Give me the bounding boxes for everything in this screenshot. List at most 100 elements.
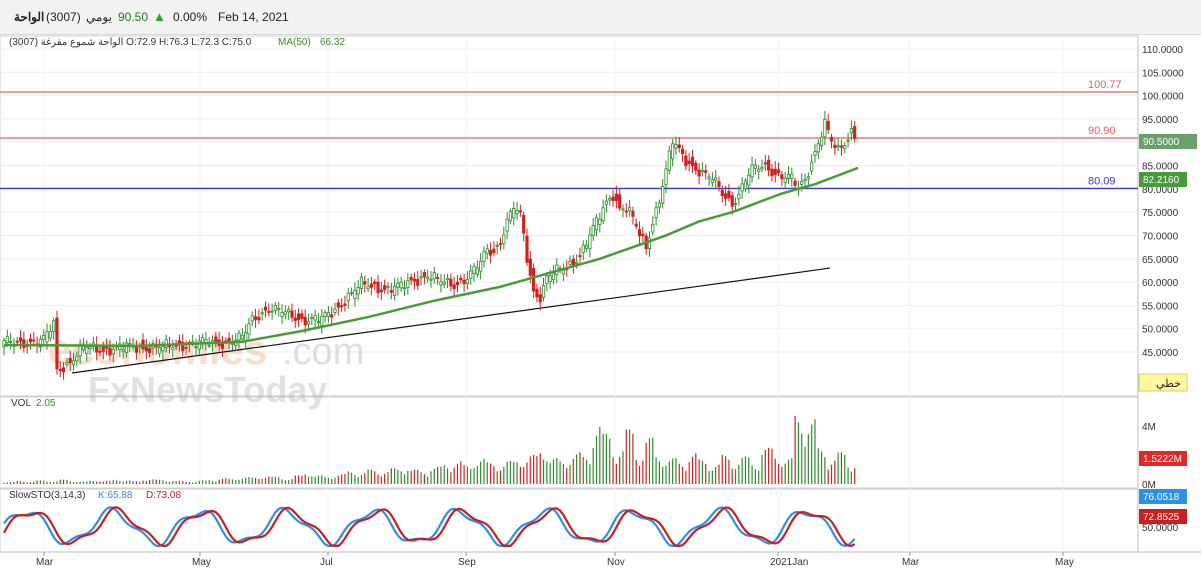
candle-body xyxy=(575,261,579,264)
candle-body xyxy=(614,193,618,201)
candle-body xyxy=(628,207,632,212)
candle-body xyxy=(581,244,585,253)
candle-body xyxy=(416,279,420,286)
y-tick-label: 105.0000 xyxy=(1142,68,1184,79)
candle-body xyxy=(733,203,738,205)
candle-body xyxy=(819,136,824,146)
candle-body xyxy=(664,168,668,186)
candle-body xyxy=(108,347,112,356)
candle-body xyxy=(48,330,52,339)
candle-body xyxy=(45,331,49,343)
candle-body xyxy=(310,317,314,319)
candle-body xyxy=(412,278,417,282)
candle-body xyxy=(806,176,810,179)
candle-body xyxy=(303,316,307,326)
candle-body xyxy=(257,316,261,321)
candle-body xyxy=(346,292,350,302)
candle-body xyxy=(383,285,387,291)
candle-body xyxy=(757,168,761,172)
candle-body xyxy=(773,168,777,175)
candle-body xyxy=(469,270,473,279)
y-tick-label: 65.0000 xyxy=(1142,255,1179,266)
candle-body xyxy=(320,315,324,326)
candle-body xyxy=(293,317,297,322)
candle-body xyxy=(432,272,436,280)
candle-body xyxy=(488,250,493,256)
candle-body xyxy=(621,208,625,211)
candle-body xyxy=(591,225,595,236)
candle-body xyxy=(323,312,327,317)
candle-body xyxy=(333,308,337,313)
stoch-label: SlowSTO(3,14,3) xyxy=(9,490,86,501)
candle-body xyxy=(356,286,360,295)
candle-body xyxy=(445,277,450,281)
candle-body xyxy=(5,336,9,343)
candle-body xyxy=(144,347,148,352)
candle-body xyxy=(121,349,125,352)
candle-body xyxy=(240,334,244,340)
candle-body xyxy=(273,304,278,311)
y-tick-label: 50.0000 xyxy=(1142,325,1179,336)
candle-body xyxy=(502,234,506,245)
vol-value: 2.05 xyxy=(36,398,56,409)
candle-body xyxy=(578,255,582,258)
level-label: 80.09 xyxy=(1088,175,1116,187)
candle-body xyxy=(32,339,36,342)
candle-body xyxy=(770,168,774,177)
candle-body xyxy=(9,340,13,343)
candle-body xyxy=(651,224,655,233)
candle-body xyxy=(790,173,794,179)
y-tick-label: 95.0000 xyxy=(1142,115,1179,126)
candle-body xyxy=(148,348,152,353)
candle-body xyxy=(571,258,575,266)
candle-body xyxy=(624,210,628,213)
candle-body xyxy=(28,338,33,343)
candle-body xyxy=(134,347,139,353)
x-tick-label: Nov xyxy=(607,557,625,568)
stock-chart[interactable]: economies .comFxNewsToday 100.7790.9080.0… xyxy=(0,0,1201,570)
candle-body xyxy=(52,320,56,332)
candle-body xyxy=(359,276,364,290)
candle-body xyxy=(561,269,566,275)
candle-body xyxy=(201,337,205,343)
candle-body xyxy=(15,340,19,343)
y-tick-label: 75.0000 xyxy=(1142,208,1179,219)
candle-body xyxy=(449,278,453,287)
candle-body xyxy=(737,193,741,200)
candle-body xyxy=(462,279,466,285)
candle-body xyxy=(392,285,397,296)
candle-body xyxy=(505,219,509,232)
candle-body xyxy=(316,320,321,323)
candle-body xyxy=(465,279,470,285)
d-tag: 72.8525 xyxy=(1143,512,1180,523)
candle-body xyxy=(290,310,294,318)
candle-body xyxy=(680,148,685,154)
candle-body xyxy=(763,162,767,165)
candle-body xyxy=(776,169,781,174)
candle-body xyxy=(568,261,572,265)
candle-body xyxy=(604,200,609,205)
candle-body xyxy=(833,144,837,149)
candle-body xyxy=(429,278,433,281)
candle-body xyxy=(296,313,301,321)
candle-body xyxy=(727,190,731,199)
candle-body xyxy=(498,243,503,246)
volume-panel xyxy=(0,396,1139,489)
candle-body xyxy=(687,160,691,165)
candle-body xyxy=(694,162,698,171)
y-tick-label: 110.0000 xyxy=(1142,45,1183,56)
candle-body xyxy=(353,289,357,299)
candle-body xyxy=(442,281,446,285)
candle-body xyxy=(826,121,830,130)
candle-body xyxy=(409,276,413,281)
candle-body xyxy=(793,180,797,186)
candle-body xyxy=(247,323,251,335)
candle-body xyxy=(253,316,258,320)
candle-body xyxy=(588,234,592,250)
candle-body xyxy=(369,283,374,288)
candle-body xyxy=(641,233,645,236)
level-label: 100.77 xyxy=(1088,79,1122,91)
candle-body xyxy=(220,343,225,349)
candle-body xyxy=(723,193,728,199)
candle-body xyxy=(800,181,804,185)
